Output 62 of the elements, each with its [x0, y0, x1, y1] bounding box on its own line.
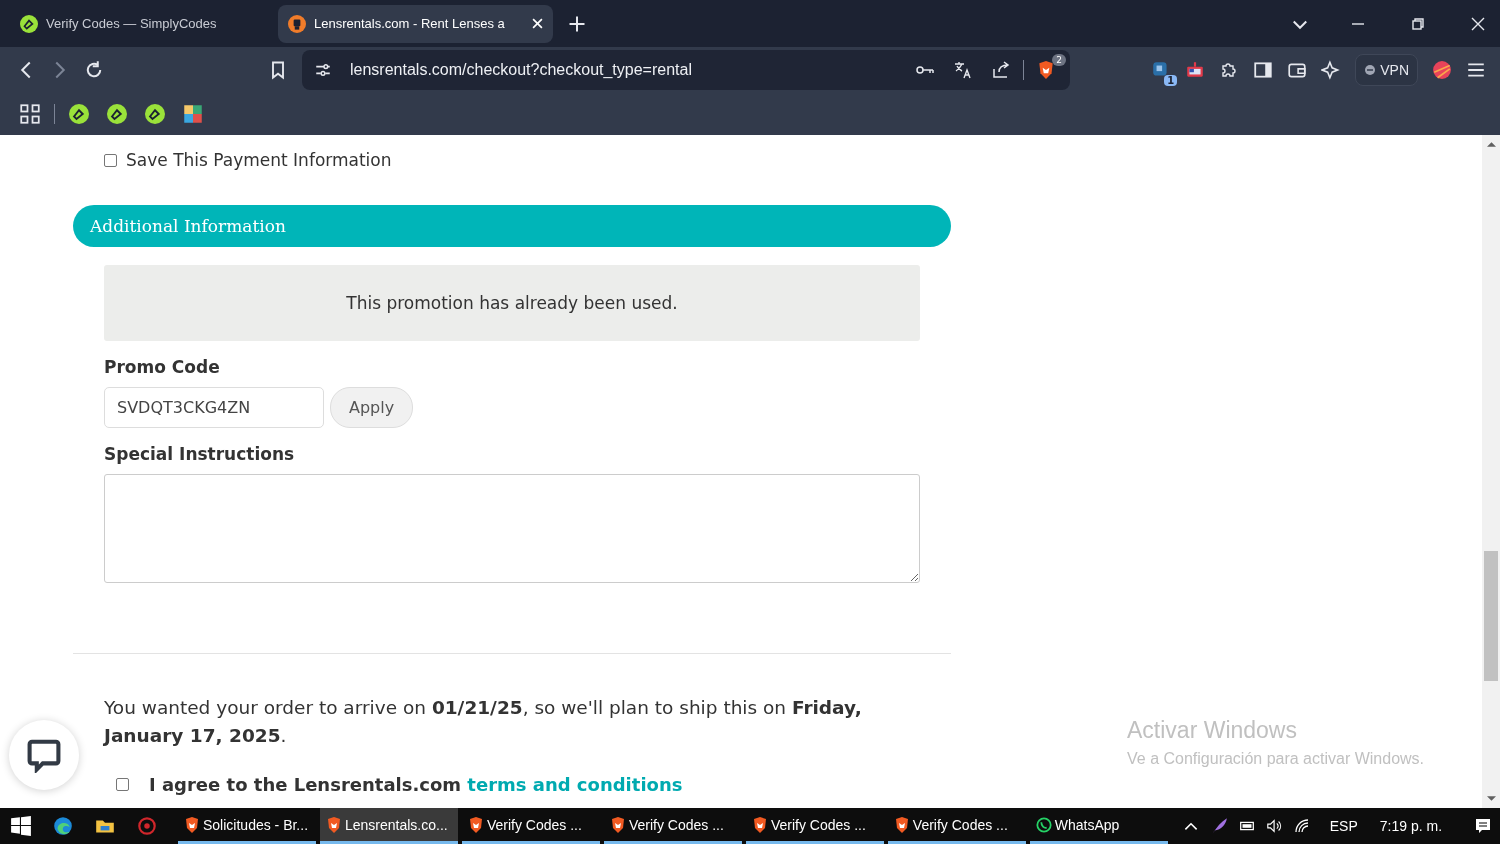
scroll-down-icon[interactable] — [1486, 796, 1496, 802]
minus-circle-icon — [1364, 64, 1377, 76]
taskbar-app[interactable]: Verify Codes ... — [887, 808, 1026, 844]
agree-label: I agree to the Lensrentals.com terms and conditions — [149, 774, 683, 795]
instructions-field[interactable] — [104, 474, 920, 583]
taskbar-app[interactable]: Solicitudes - Br... — [178, 808, 316, 844]
browser-icon[interactable] — [52, 815, 74, 837]
field-label: Special Instructions — [104, 444, 296, 464]
profile-avatar-icon[interactable] — [1432, 60, 1452, 80]
count-badge: 2 — [1052, 54, 1066, 66]
taskbar-app[interactable]: Lensrentals.co... — [319, 808, 458, 844]
close-icon[interactable] — [1470, 15, 1486, 32]
vpn-button[interactable]: VPN — [1355, 54, 1418, 86]
apps-grid-icon[interactable] — [20, 104, 40, 124]
taskbar-app[interactable]: Verify Codes ... — [745, 808, 884, 844]
tag-icon[interactable] — [145, 104, 165, 124]
scrollbar-thumb[interactable] — [1484, 551, 1498, 681]
phone-bubble-icon — [1035, 815, 1052, 834]
scrollbar[interactable] — [1482, 135, 1500, 808]
puzzle-pieces-icon[interactable] — [183, 104, 203, 124]
camera-icon — [288, 14, 306, 33]
taskbar-app[interactable]: Verify Codes ... — [603, 808, 742, 844]
address-bar[interactable]: lensrentals.com/checkout?checkout_type=rental 2 — [302, 50, 1070, 90]
alert-message: This promotion has already been used. — [104, 265, 920, 341]
shipping-note: You wanted your order to arrive on 01/21/25, so we'll plan to ship this on Friday, January 17, 2025. — [104, 696, 863, 748]
checkbox[interactable] — [116, 778, 129, 791]
activation-subtitle: Ve a Configuración para activar Windows. — [1127, 750, 1425, 768]
taskbar-app-label: Verify Codes ... — [770, 816, 866, 833]
taskbar-app[interactable]: WhatsApp — [1029, 808, 1168, 844]
language-indicator[interactable]: ESP — [1329, 818, 1358, 834]
checkbox[interactable] — [104, 153, 117, 167]
taskbar-app-label: Verify Codes ... — [628, 816, 724, 833]
apply-button[interactable]: Apply — [330, 387, 414, 428]
speech-bubble-icon — [26, 737, 62, 773]
field-label: Promo Code — [104, 357, 221, 377]
share-icon[interactable] — [991, 60, 1011, 80]
speaker-icon[interactable] — [1265, 817, 1284, 835]
activation-title: Activar Windows — [1127, 717, 1298, 744]
browser-tab[interactable]: Lensrentals.com - Rent Lenses a — [278, 4, 553, 43]
promo-code-field[interactable]: SVDQT3CKG4ZN — [104, 387, 324, 428]
windows-start-icon[interactable] — [10, 815, 32, 837]
browser-tab[interactable]: Verify Codes — SimplyCodes — [10, 4, 272, 43]
checkbox-label: Save This Payment Information — [126, 150, 392, 170]
notification-icon[interactable] — [1474, 817, 1493, 835]
tag-icon[interactable] — [107, 104, 127, 124]
chat-button[interactable] — [9, 720, 79, 790]
clock[interactable]: 7:19 p. m. — [1379, 818, 1443, 834]
count-badge: 1 — [1164, 75, 1178, 86]
taskbar-app-label: Verify Codes ... — [912, 816, 1008, 833]
taskbar-app-label: WhatsApp — [1054, 816, 1120, 833]
taskbar-app-label: Verify Codes ... — [486, 816, 582, 833]
taskbar-app-label: Lensrentals.co... — [344, 816, 448, 833]
scroll-up-icon[interactable] — [1486, 141, 1496, 147]
translate-icon[interactable] — [953, 60, 973, 80]
taskbar-app-label: Solicitudes - Br... — [203, 816, 309, 833]
reload-icon[interactable] — [84, 60, 104, 80]
sidebar-icon[interactable] — [1253, 60, 1274, 80]
tag-icon — [20, 14, 38, 33]
tag-icon[interactable] — [69, 104, 89, 124]
restore-icon[interactable] — [1410, 15, 1426, 32]
taskbar-app[interactable]: Verify Codes ... — [461, 808, 600, 844]
section-header: Additional Information — [73, 205, 951, 247]
